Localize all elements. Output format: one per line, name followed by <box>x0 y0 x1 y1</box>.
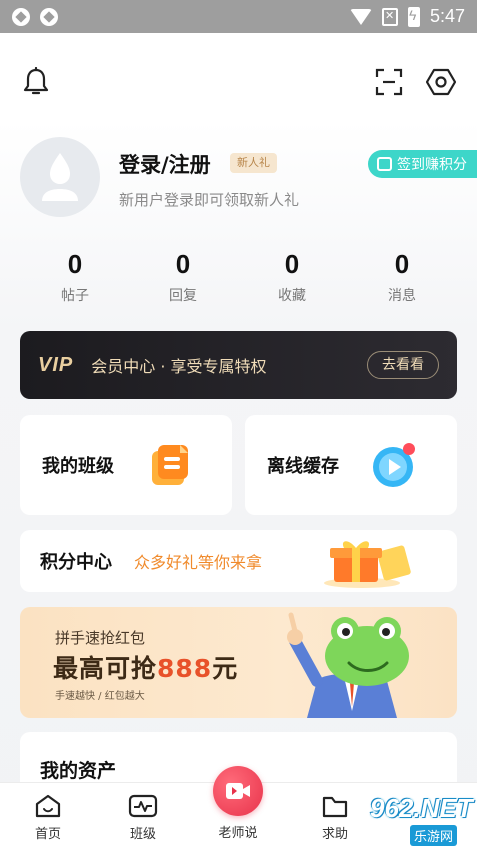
video-cache-icon <box>373 443 415 487</box>
tab-teacher-label: 老师说 <box>218 826 258 841</box>
vip-logo: VIP <box>38 353 74 376</box>
no-sim-icon <box>381 7 398 26</box>
vip-description: 会员中心 · 享受专属特权 <box>91 357 267 376</box>
stat-label: 回复 <box>169 288 197 304</box>
checkin-label: 签到赚积分 <box>397 157 467 173</box>
points-center-title: 积分中心 <box>40 552 112 573</box>
notification-icon <box>40 7 58 26</box>
gift-box-icon <box>324 541 411 588</box>
stat-favorites[interactable]: 0 收藏 <box>252 249 332 305</box>
offline-cache-label: 离线缓存 <box>267 456 339 477</box>
status-bar: 5:47 <box>0 0 477 33</box>
vip-go-button[interactable]: 去看看 <box>367 351 439 379</box>
teacher-says-button[interactable] <box>213 766 263 816</box>
wifi-icon <box>349 8 372 25</box>
class-document-icon <box>152 445 188 485</box>
red-packet-suffix: 元 <box>212 654 239 683</box>
watermark-text: 962.NET <box>370 793 473 823</box>
red-packet-amount: 888 <box>157 654 213 683</box>
tab-home[interactable]: 首页 <box>13 789 83 842</box>
vip-center-card[interactable]: VIP 会员中心 · 享受专属特权 去看看 <box>20 331 457 399</box>
points-center-subtitle: 众多好礼等你来拿 <box>134 553 263 572</box>
folder-icon <box>322 796 348 818</box>
stat-value: 0 <box>175 249 191 279</box>
stat-posts[interactable]: 0 帖子 <box>35 249 115 305</box>
stat-replies[interactable]: 0 回复 <box>143 249 223 305</box>
points-center-card[interactable]: 积分中心 众多好礼等你来拿 <box>20 530 457 592</box>
class-pulse-icon <box>128 794 158 818</box>
frog-mascot-icon <box>287 612 409 718</box>
stat-value: 0 <box>67 249 83 279</box>
stat-value: 0 <box>284 249 300 279</box>
scan-icon[interactable] <box>373 66 405 98</box>
tab-home-label: 首页 <box>34 827 61 842</box>
login-register-link[interactable]: 登录/注册 <box>119 149 211 179</box>
checkin-earn-points-button[interactable]: 签到赚积分 <box>368 150 477 178</box>
newbie-gift-badge: 新人礼 <box>230 153 277 173</box>
tab-class-label: 班级 <box>129 827 156 842</box>
site-watermark: 962.NET 乐游网 <box>360 793 477 848</box>
stat-label: 收藏 <box>278 288 306 304</box>
video-play-icon <box>226 783 250 799</box>
calendar-icon <box>377 157 392 171</box>
avatar[interactable] <box>20 137 100 217</box>
notification-icon <box>12 7 30 26</box>
watermark-subtext: 乐游网 <box>410 825 458 846</box>
battery-charging-icon <box>407 6 420 27</box>
red-packet-tagline: 手速越快 / 红包越大 <box>55 691 145 702</box>
login-subtitle: 新用户登录即可领取新人礼 <box>119 191 300 209</box>
red-packet-title: 拼手速抢红包 <box>55 629 146 647</box>
red-packet-banner[interactable]: 拼手速抢红包 最高可抢888元 手速越快 / 红包越大 <box>20 607 457 718</box>
stat-label: 帖子 <box>61 288 89 304</box>
red-packet-headline: 最高可抢888元 <box>53 649 238 685</box>
stat-messages[interactable]: 0 消息 <box>362 249 442 305</box>
my-class-tile[interactable]: 我的班级 <box>20 415 232 515</box>
my-class-label: 我的班级 <box>42 456 114 477</box>
status-time: 5:47 <box>429 6 465 26</box>
tab-class[interactable]: 班级 <box>108 789 178 842</box>
stat-label: 消息 <box>388 288 416 304</box>
my-assets-title: 我的资产 <box>40 760 117 782</box>
bell-icon[interactable] <box>20 66 52 98</box>
stat-value: 0 <box>394 249 410 279</box>
settings-icon[interactable] <box>425 66 457 98</box>
offline-cache-tile[interactable]: 离线缓存 <box>245 415 457 515</box>
red-packet-prefix: 最高可抢 <box>53 654 158 683</box>
home-icon <box>35 794 61 818</box>
